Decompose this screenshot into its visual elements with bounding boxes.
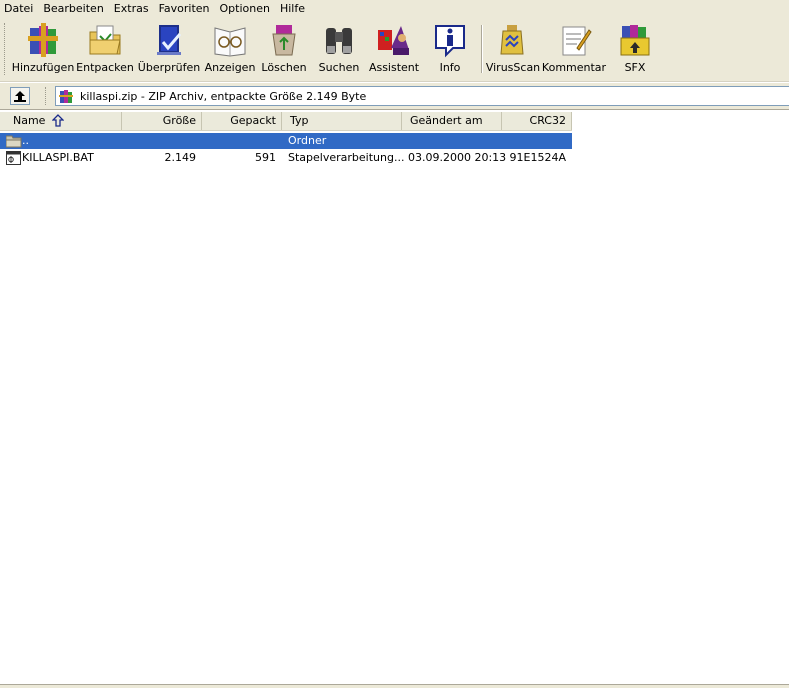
add-label: Hinzufügen: [11, 61, 75, 74]
extract-label: Entpacken: [76, 61, 134, 74]
view-label: Anzeigen: [204, 61, 256, 74]
batch-file-icon: [6, 151, 21, 165]
row-modified: 03.09.2000 20:13: [408, 151, 507, 164]
wizard-icon: [378, 26, 409, 55]
table-row[interactable]: .. Ordner: [0, 133, 572, 149]
comment-icon: [562, 26, 592, 56]
add-button[interactable]: Hinzufügen: [11, 20, 75, 78]
delete-button[interactable]: Löschen: [261, 20, 307, 78]
virusscan-button[interactable]: VirusScan: [485, 20, 541, 78]
info-icon: [435, 25, 465, 58]
menu-favoriten[interactable]: Favoriten: [154, 0, 215, 17]
row-name: ..: [22, 134, 29, 147]
address-bar: killaspi.zip - ZIP Archiv, entpackte Grö…: [0, 82, 789, 110]
find-binoculars-icon: [326, 28, 352, 54]
column-type[interactable]: Typ: [282, 112, 402, 130]
menu-extras[interactable]: Extras: [109, 0, 154, 17]
info-button[interactable]: Info: [428, 20, 472, 78]
column-packed-label: Gepackt: [230, 114, 276, 127]
sort-up-arrow-icon: [52, 114, 64, 127]
archive-icon: [59, 89, 73, 103]
file-list-header: Name Größe Gepackt Typ Geändert am CRC32: [0, 112, 572, 131]
menu-datei[interactable]: Datei: [0, 0, 38, 17]
column-size-label: Größe: [162, 114, 196, 127]
test-check-icon: [157, 25, 182, 55]
address-grip[interactable]: [45, 87, 48, 105]
column-crc[interactable]: CRC32: [502, 112, 572, 130]
column-name[interactable]: Name: [0, 112, 122, 130]
up-arrow-icon: [14, 90, 26, 102]
toolbar: Hinzufügen Entpacken Überprüfen Anzeigen: [0, 17, 789, 82]
up-folder-button[interactable]: [10, 87, 30, 105]
wizard-label: Assistent: [368, 61, 420, 74]
find-label: Suchen: [318, 61, 360, 74]
column-crc-label: CRC32: [529, 114, 566, 127]
test-label: Überprüfen: [137, 61, 201, 74]
delete-label: Löschen: [261, 61, 307, 74]
virusscan-label: VirusScan: [485, 61, 541, 74]
delete-recycle-icon: [272, 25, 296, 56]
info-label: Info: [439, 61, 461, 74]
address-text: killaspi.zip - ZIP Archiv, entpackte Grö…: [80, 89, 367, 103]
comment-button[interactable]: Kommentar: [541, 20, 607, 78]
extract-button[interactable]: Entpacken: [76, 20, 134, 78]
comment-label: Kommentar: [541, 61, 607, 74]
wizard-button[interactable]: Assistent: [369, 20, 419, 78]
menu-hilfe[interactable]: Hilfe: [275, 0, 310, 17]
row-type: Ordner: [288, 134, 327, 147]
row-packed: 591: [255, 151, 276, 164]
sfx-box-icon: [620, 25, 650, 56]
folder-icon: [6, 135, 22, 148]
column-type-label: Typ: [290, 114, 309, 127]
menu-bar: Datei Bearbeiten Extras Favoriten Option…: [0, 0, 789, 17]
virusscan-icon: [500, 25, 524, 55]
column-modified[interactable]: Geändert am: [402, 112, 502, 130]
status-bar-edge: [0, 684, 789, 688]
column-name-label: Name: [13, 114, 46, 127]
row-size: 2.149: [164, 151, 197, 164]
sfx-button[interactable]: SFX: [614, 20, 656, 78]
table-row[interactable]: KILLASPI.BAT 2.149 591 Stapelverarbeitun…: [0, 150, 572, 166]
view-glasses-icon: [214, 27, 246, 57]
menu-bearbeiten[interactable]: Bearbeiten: [38, 0, 108, 17]
column-packed[interactable]: Gepackt: [202, 112, 282, 130]
sfx-label: SFX: [624, 61, 646, 74]
column-size[interactable]: Größe: [122, 112, 202, 130]
add-books-icon: [28, 23, 58, 57]
column-modified-label: Geändert am: [410, 114, 483, 127]
row-name: KILLASPI.BAT: [22, 151, 94, 164]
toolbar-grip[interactable]: [4, 23, 8, 75]
row-type: Stapelverarbeitung...: [288, 151, 405, 164]
address-field[interactable]: killaspi.zip - ZIP Archiv, entpackte Grö…: [55, 86, 789, 106]
view-button[interactable]: Anzeigen: [205, 20, 255, 78]
extract-folder-icon: [89, 25, 121, 55]
test-button[interactable]: Überprüfen: [138, 20, 200, 78]
find-button[interactable]: Suchen: [316, 20, 362, 78]
row-crc: 91E1524A: [509, 151, 566, 164]
menu-optionen[interactable]: Optionen: [215, 0, 275, 17]
toolbar-separator: [481, 25, 483, 73]
